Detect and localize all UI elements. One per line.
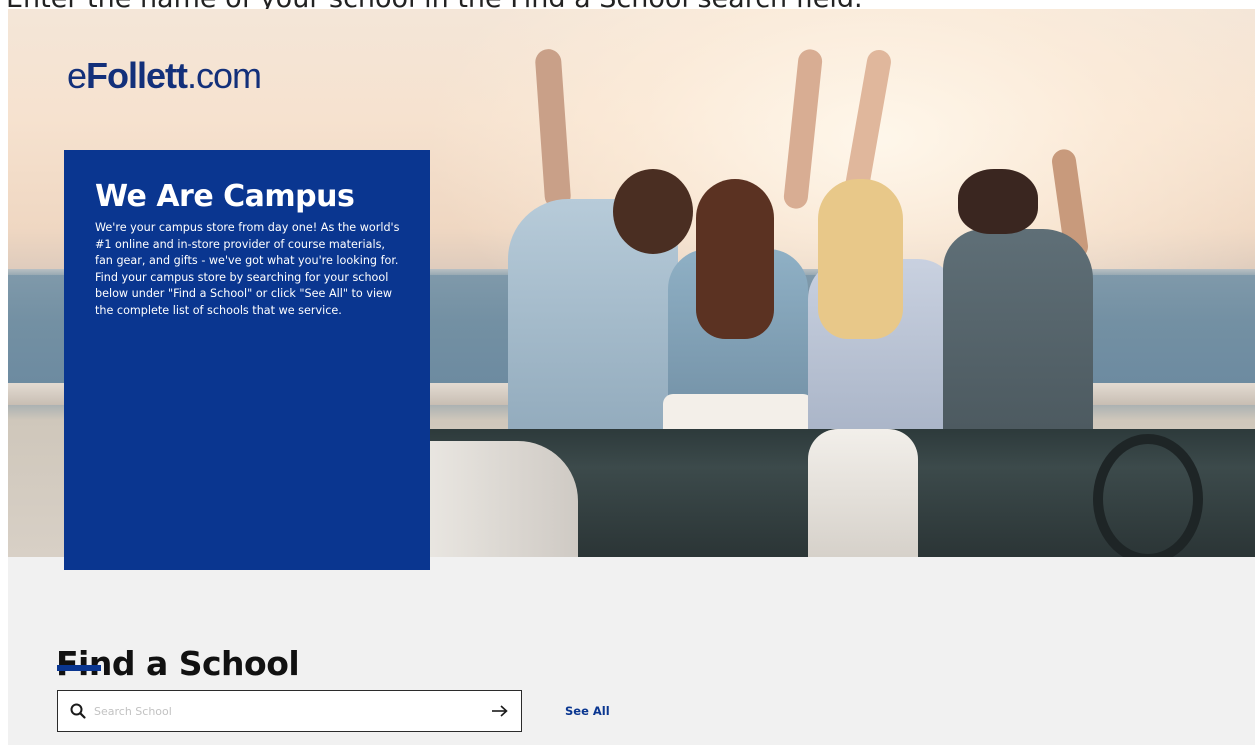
campus-description: We're your campus store from day one! As… [95, 221, 400, 317]
hero-photo-person [818, 179, 903, 339]
arrow-right-icon[interactable] [491, 703, 509, 719]
hero-photo-person [943, 229, 1093, 449]
efollett-page: eFollett.com We Are Campus We're your ca… [8, 9, 1255, 745]
logo-prefix: e [67, 55, 87, 96]
efollett-logo[interactable]: eFollett.com [67, 55, 262, 96]
see-all-link[interactable]: See All [565, 703, 610, 719]
hero-photo-car-seat [808, 429, 918, 557]
hero-photo-person [613, 169, 693, 254]
hero-photo-car [428, 441, 578, 557]
logo-suffix: .com [187, 55, 262, 96]
hero-photo-person [958, 169, 1038, 234]
school-search-input[interactable] [94, 699, 464, 723]
logo-bold: Follett [86, 55, 188, 96]
title-underline [57, 665, 101, 671]
campus-info-panel: We Are Campus We're your campus store fr… [64, 150, 430, 570]
campus-title: We Are Campus [95, 179, 355, 214]
hero-photo-person [696, 179, 774, 339]
search-icon [70, 703, 86, 719]
school-search-box[interactable] [57, 690, 522, 732]
hero-photo-steering-wheel [1093, 434, 1203, 557]
